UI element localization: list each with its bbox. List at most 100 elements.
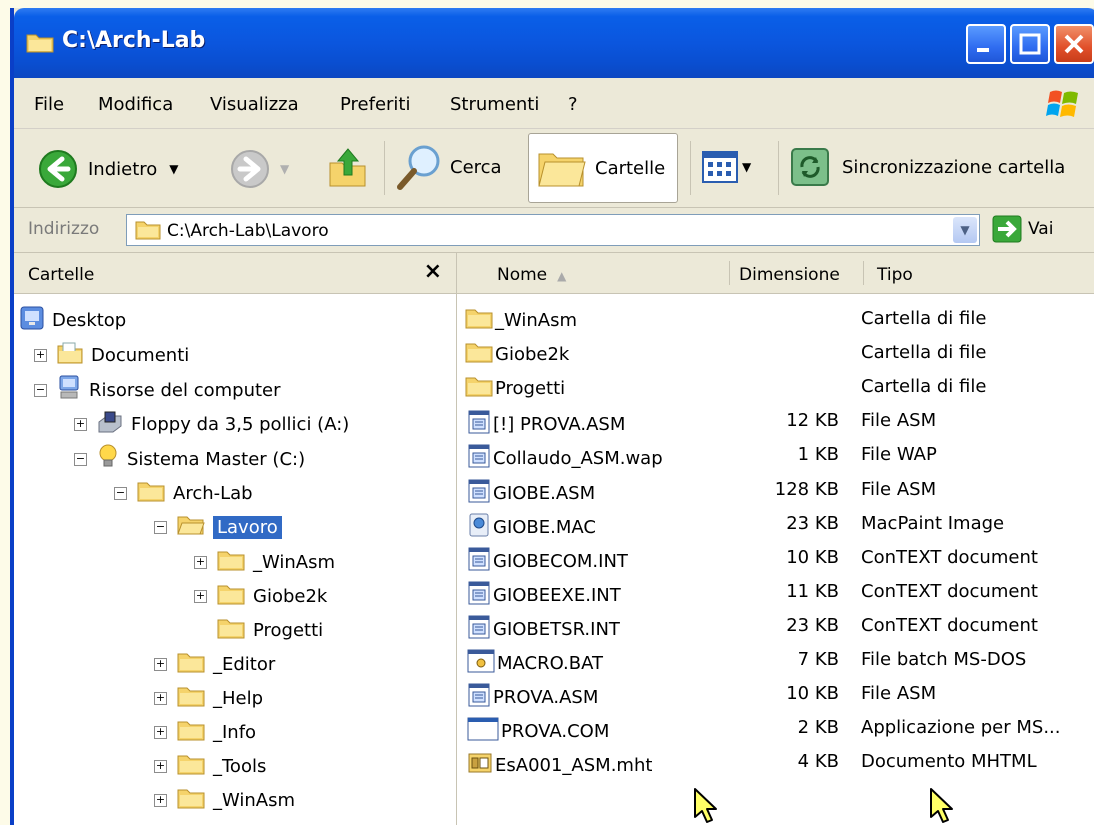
file-row[interactable]: Progetti Cartella di file: [457, 369, 1094, 403]
search-button[interactable]: Cerca: [396, 143, 502, 191]
address-dropdown-icon[interactable]: ▼: [953, 217, 977, 243]
tree-item[interactable]: Progetti: [194, 615, 323, 645]
views-button[interactable]: ▼: [702, 151, 751, 183]
expand-icon[interactable]: +: [154, 657, 167, 671]
title-bar[interactable]: C:\Arch-Lab: [14, 8, 1094, 78]
file-name: [!] PROVA.ASM: [493, 414, 626, 436]
forward-button[interactable]: ▼: [230, 149, 289, 189]
column-type[interactable]: Tipo: [877, 265, 913, 285]
tree-item[interactable]: + _Editor: [154, 649, 275, 679]
file-row[interactable]: GIOBE.ASM 128 KB File ASM: [457, 472, 1094, 506]
expand-icon[interactable]: +: [154, 759, 167, 773]
file-name: _WinAsm: [495, 310, 578, 331]
sort-ascending-icon: ▲: [557, 269, 567, 283]
tree-item[interactable]: + _Tools: [154, 751, 266, 781]
tree-item[interactable]: − Arch-Lab: [114, 478, 253, 508]
file-size: 4 KB: [797, 751, 839, 773]
forward-dropdown-icon[interactable]: ▼: [280, 162, 289, 176]
documents-folder-icon: [57, 341, 83, 370]
collapse-icon[interactable]: −: [154, 520, 167, 534]
file-size: 2 KB: [797, 717, 839, 739]
file-type: File ASM: [861, 683, 937, 705]
expand-icon[interactable]: +: [154, 793, 167, 807]
floppy-drive-icon: [97, 410, 123, 439]
tree-item[interactable]: − Risorse del computer: [34, 375, 281, 405]
back-dropdown-icon[interactable]: ▼: [169, 162, 178, 176]
collapse-icon[interactable]: −: [34, 383, 47, 397]
toolbar: Indietro ▼ ▼ Cerca Cartelle ▼ Sincronizz…: [14, 129, 1094, 208]
menu-help[interactable]: ?: [568, 94, 578, 115]
folder-icon: [177, 753, 205, 780]
file-row[interactable]: PROVA.ASM 10 KB File ASM: [457, 676, 1094, 710]
folder-icon: [135, 221, 161, 240]
tree-item[interactable]: + Giobe2k: [194, 581, 327, 611]
tree-item[interactable]: + _Info: [154, 717, 256, 747]
close-pane-icon[interactable]: ×: [424, 259, 442, 284]
tree-item[interactable]: + _WinAsm: [154, 785, 295, 815]
folder-icon: [217, 583, 245, 610]
tree-item-label: _Tools: [213, 755, 267, 777]
file-row[interactable]: GIOBECOM.INT 10 KB ConTEXT document: [457, 540, 1094, 574]
expand-icon[interactable]: +: [74, 417, 87, 431]
file-row[interactable]: PROVA.COM 2 KB Applicazione per MS...: [457, 710, 1094, 744]
tree-item[interactable]: − Sistema Master (C:): [74, 444, 305, 474]
file-row[interactable]: [!] PROVA.ASM 12 KB File ASM: [457, 403, 1094, 437]
tree-item-label: Documenti: [91, 344, 190, 366]
file-name: GIOBECOM.INT: [493, 550, 628, 572]
tree-item[interactable]: + _Help: [154, 683, 263, 713]
menu-modifica[interactable]: Modifica: [98, 94, 173, 115]
tree-item[interactable]: + Floppy da 3,5 pollici (A:): [74, 409, 349, 439]
file-type: Applicazione per MS...: [861, 717, 1061, 739]
collapse-icon[interactable]: −: [114, 486, 127, 500]
file-row[interactable]: GIOBEEXE.INT 11 KB ConTEXT document: [457, 574, 1094, 608]
menu-visualizza[interactable]: Visualizza: [210, 94, 299, 115]
menu-file[interactable]: File: [34, 94, 64, 115]
file-type: File ASM: [861, 410, 937, 432]
folder-icon: [217, 617, 245, 644]
column-name[interactable]: Nome ▲: [497, 265, 566, 285]
sync-label: Sincronizzazione cartella: [842, 156, 1066, 178]
file-row[interactable]: Collaudo_ASM.wap 1 KB File WAP: [457, 437, 1094, 471]
back-button[interactable]: Indietro ▼: [38, 149, 179, 189]
folder-icon: [217, 549, 245, 576]
close-button[interactable]: [1054, 24, 1094, 64]
folders-button[interactable]: Cartelle: [528, 133, 678, 203]
tree-item[interactable]: Desktop: [20, 305, 126, 335]
expand-icon[interactable]: +: [34, 348, 47, 362]
file-row[interactable]: GIOBETSR.INT 23 KB ConTEXT document: [457, 608, 1094, 642]
back-label: Indietro: [88, 158, 158, 180]
expand-icon[interactable]: +: [154, 691, 167, 705]
expand-icon[interactable]: +: [154, 725, 167, 739]
open-folder-icon: [177, 513, 205, 542]
tree-item[interactable]: + Documenti: [34, 340, 189, 370]
address-field[interactable]: C:\Arch-Lab\Lavoro ▼: [126, 214, 980, 246]
file-row[interactable]: Giobe2k Cartella di file: [457, 335, 1094, 369]
tree-item-label: _WinAsm: [253, 551, 336, 573]
file-name: Giobe2k: [495, 344, 570, 366]
menu-preferiti[interactable]: Preferiti: [340, 94, 411, 115]
menu-strumenti[interactable]: Strumenti: [450, 94, 539, 115]
folder-icon: [177, 787, 205, 814]
expand-icon[interactable]: +: [194, 589, 207, 603]
file-name: GIOBEEXE.INT: [493, 584, 621, 606]
tree-item[interactable]: + _WinAsm: [194, 547, 335, 577]
up-folder-button[interactable]: [328, 145, 368, 189]
minimize-button[interactable]: [966, 24, 1006, 64]
tree-item-label: Floppy da 3,5 pollici (A:): [131, 413, 350, 435]
text-file-icon: [467, 443, 491, 474]
go-button[interactable]: Vai: [992, 215, 1053, 243]
sync-folder-button[interactable]: Sincronizzazione cartella: [790, 147, 1065, 187]
tree-item[interactable]: − Lavoro: [154, 512, 282, 542]
sync-icon: [791, 148, 829, 186]
expand-icon[interactable]: +: [194, 555, 207, 569]
file-row[interactable]: GIOBE.MAC 23 KB MacPaint Image: [457, 506, 1094, 540]
collapse-icon[interactable]: −: [74, 452, 87, 466]
views-dropdown-icon[interactable]: ▼: [742, 160, 751, 174]
file-row[interactable]: EsA001_ASM.mht 4 KB Documento MHTML: [457, 744, 1094, 778]
tree-item-label: _Help: [213, 687, 264, 709]
maximize-button[interactable]: [1010, 24, 1050, 64]
column-size[interactable]: Dimensione: [739, 265, 840, 285]
application-icon: [467, 716, 499, 747]
file-row[interactable]: _WinAsm Cartella di file: [457, 301, 1094, 335]
file-row[interactable]: MACRO.BAT 7 KB File batch MS-DOS: [457, 642, 1094, 676]
